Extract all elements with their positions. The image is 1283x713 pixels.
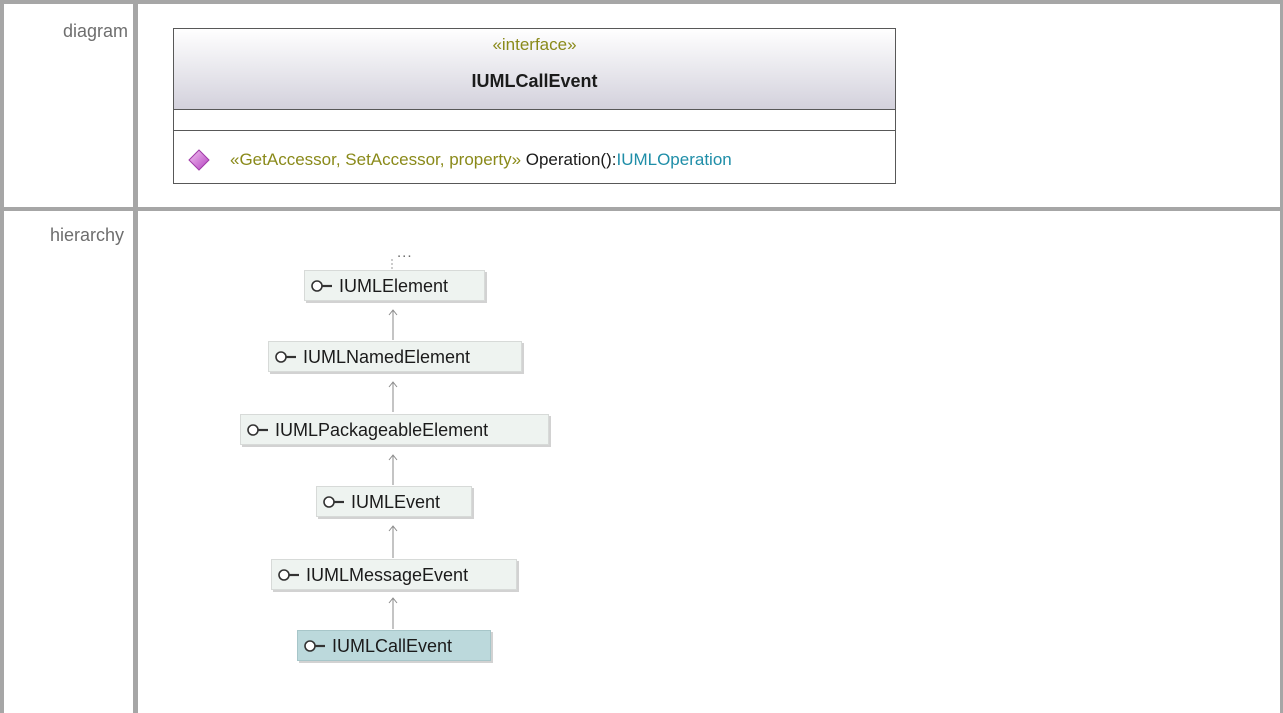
- hierarchy-node-label: IUMLMessageEvent: [306, 565, 469, 585]
- interface-lollipop-icon: [247, 424, 268, 436]
- hierarchy-node-label: IUMLPackageableElement: [275, 420, 489, 440]
- hierarchy-node-iumlevent[interactable]: IUMLEvent: [316, 486, 472, 517]
- hierarchy-node-iumlnamedelement[interactable]: IUMLNamedElement: [268, 341, 522, 372]
- hierarchy-node-iumlmessageevent[interactable]: IUMLMessageEvent: [271, 559, 517, 590]
- interface-lollipop-icon: [275, 351, 296, 363]
- interface-lollipop-icon: [311, 280, 332, 292]
- hierarchy-connectors: [388, 259, 398, 629]
- interface-lollipop-icon: [323, 496, 344, 508]
- hierarchy-node-iumlpackageableelement[interactable]: IUMLPackageableElement: [240, 414, 549, 445]
- hierarchy-node-iumlcallevent[interactable]: IUMLCallEvent: [297, 630, 491, 661]
- hierarchy-node-label: IUMLElement: [339, 276, 449, 296]
- hierarchy-node-label: IUMLCallEvent: [332, 636, 453, 656]
- hierarchy-node-label: IUMLEvent: [351, 492, 441, 512]
- hierarchy-node-iumlelement[interactable]: IUMLElement: [304, 270, 485, 301]
- interface-lollipop-icon: [304, 640, 325, 652]
- interface-lollipop-icon: [278, 569, 299, 581]
- hierarchy-node-label: IUMLNamedElement: [303, 347, 471, 367]
- documentation-table: diagram hierarchy «interface» IUMLCallEv…: [0, 0, 1283, 713]
